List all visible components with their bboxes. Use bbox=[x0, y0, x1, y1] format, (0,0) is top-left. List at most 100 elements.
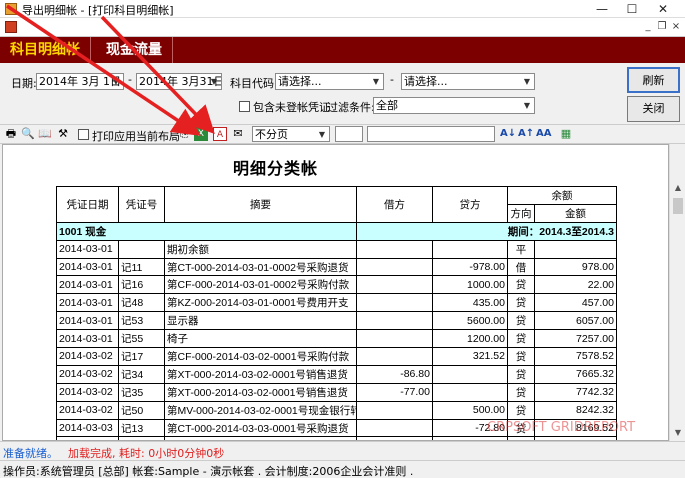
email-icon[interactable]: ✉ bbox=[231, 127, 245, 141]
scroll-down-icon[interactable]: ▼ bbox=[670, 425, 685, 441]
date-from-picker[interactable]: 2014年 3月 1日 ▼ bbox=[36, 73, 124, 90]
paging-value: 不分页 bbox=[255, 128, 288, 141]
table-row: 2014-03-01 记48 第KZ-000-2014-03-01-0001号费用开… bbox=[56, 293, 617, 313]
cell-date: 2014-03-02 bbox=[56, 382, 119, 402]
cell-summary: 显示器 bbox=[164, 311, 357, 331]
col-header-direction: 方向 bbox=[507, 203, 535, 223]
cell-debit bbox=[356, 311, 433, 331]
col-header-summary: 摘要 bbox=[164, 186, 357, 223]
account-code-to-value: 请选择... bbox=[404, 75, 448, 88]
app-icon bbox=[5, 3, 17, 15]
report-toolbar: 🖶 🔍 📖 ⚒ 打印应用当前布局 ⎘ X A ✉ 不分页 ▼ A↓ A↑ AA … bbox=[0, 124, 685, 144]
cell-date: 2014-03-02 bbox=[56, 364, 119, 384]
ledger-table: 凭证日期 凭证号 摘要 借方 贷方 余额 方向 金额 1001 现金 期间：20… bbox=[56, 186, 617, 440]
cell-date: 2014-03-01 bbox=[56, 239, 119, 259]
zoom-field[interactable] bbox=[335, 126, 363, 142]
mdi-restore-button[interactable]: ❐ bbox=[655, 20, 669, 34]
print-layout-checkbox[interactable] bbox=[78, 129, 89, 140]
cell-summary: 第CF-000-2014-03-01-0002号采购付款 bbox=[164, 275, 357, 295]
mdi-minimize-button[interactable]: _ bbox=[641, 20, 655, 34]
search-input[interactable] bbox=[367, 126, 495, 142]
account-code-dash: - bbox=[390, 73, 394, 86]
chevron-down-icon: ▼ bbox=[210, 77, 218, 86]
chevron-down-icon: ▼ bbox=[523, 77, 531, 86]
status-ready: 准备就绪。 bbox=[3, 447, 58, 460]
filter-condition-select[interactable]: 全部 ▼ bbox=[373, 97, 535, 114]
cell-credit: 5600.00 bbox=[432, 311, 508, 331]
cell-summary: 椅子 bbox=[164, 329, 357, 349]
date-to-picker[interactable]: 2014年 3月31日 ▼ bbox=[136, 73, 222, 90]
export-grid-icon[interactable]: ▦ bbox=[559, 127, 573, 141]
find-icon[interactable]: A↓ bbox=[500, 127, 516, 141]
cell-direction: 贷 bbox=[507, 382, 535, 402]
operator-info: 操作员:系统管理员 [总部] 帐套:Sample - 演示帐套 . 会计制度:2… bbox=[3, 465, 414, 478]
cell-amount: 6057.00 bbox=[534, 311, 617, 331]
print-icon[interactable]: 🖶 bbox=[4, 127, 18, 141]
scroll-thumb[interactable] bbox=[673, 198, 683, 214]
cell-voucher: 记50 bbox=[118, 400, 165, 420]
book-icon[interactable]: 📖 bbox=[38, 127, 52, 141]
title-bar: 导出明细帐 - [打印科目明细帐] — ☐ ✕ bbox=[0, 0, 685, 18]
cell-debit bbox=[356, 347, 433, 366]
col-header-voucher: 凭证号 bbox=[118, 186, 165, 223]
cell-summary: 第CT-000-2014-03-03-0001号采购退货 bbox=[164, 418, 357, 438]
vertical-scrollbar[interactable]: ▲ ▼ bbox=[669, 144, 685, 441]
print-layout-label: 打印应用当前布局 bbox=[92, 130, 180, 143]
cell-direction: 贷 bbox=[507, 311, 535, 331]
table-row: 2014-03-02 记34 第XT-000-2014-03-02-0001号销售退… bbox=[56, 364, 617, 384]
cell-direction: 贷 bbox=[507, 347, 535, 366]
cell-date: 2014-03-02 bbox=[56, 400, 119, 420]
tab-cash-flow[interactable]: 现金流量 bbox=[96, 37, 173, 63]
cell-date: 2014-03-01 bbox=[56, 329, 119, 349]
tab-ledger-detail[interactable]: 科目明细帐 bbox=[0, 37, 91, 63]
cell-date: 2014-03-02 bbox=[56, 347, 119, 366]
cell-debit bbox=[356, 257, 433, 277]
find-next-icon[interactable]: A↑ bbox=[518, 127, 534, 141]
cell-summary: 第XT-000-2014-03-02-0001号销售退货 bbox=[164, 382, 357, 402]
cell-debit bbox=[356, 418, 433, 438]
refresh-button[interactable]: 刷新 bbox=[627, 67, 680, 93]
paging-select[interactable]: 不分页 ▼ bbox=[252, 126, 330, 142]
find-all-icon[interactable]: AA bbox=[536, 127, 551, 141]
excel-export-icon[interactable]: X bbox=[194, 127, 208, 141]
include-unposted-checkbox[interactable] bbox=[239, 101, 250, 112]
account-code-to-select[interactable]: 请选择... ▼ bbox=[401, 73, 535, 90]
cell-amount: 7257.00 bbox=[534, 329, 617, 349]
settings-icon[interactable]: ⚒ bbox=[56, 127, 70, 141]
maximize-button[interactable]: ☐ bbox=[617, 0, 647, 18]
info-bar: 操作员:系统管理员 [总部] 帐套:Sample - 演示帐套 . 会计制度:2… bbox=[0, 460, 685, 478]
account-row: 1001 现金 期间：2014.3至2014.3 bbox=[56, 221, 617, 241]
mdi-close-button[interactable]: × bbox=[669, 20, 683, 34]
cell-credit: -978.00 bbox=[432, 257, 508, 277]
cell-summary: 第KZ-000-2014-03-01-0001号费用开支 bbox=[164, 293, 357, 313]
cell-summary: 第MV-000-2014-03-02-0001号现金银行转 bbox=[164, 400, 357, 420]
export-icon[interactable]: ⎘ bbox=[177, 127, 191, 141]
cell-debit bbox=[356, 400, 433, 420]
include-unposted-label: 包含未登帐凭证 bbox=[253, 101, 330, 114]
cell-summary: 第CT-000-2014-03-01-0002号采购退货 bbox=[164, 257, 357, 277]
watermark-text: CRPSOFT GRIDREPORT bbox=[487, 420, 636, 435]
print-preview-icon[interactable]: 🔍 bbox=[21, 127, 35, 141]
cell-summary: 期初余额 bbox=[164, 239, 357, 259]
chevron-down-icon: ▼ bbox=[523, 101, 531, 110]
close-button[interactable]: 关闭 bbox=[627, 96, 680, 122]
cell-date: 2014-03-03 bbox=[56, 418, 119, 438]
cell-amount: 7665.32 bbox=[534, 364, 617, 384]
scroll-up-icon[interactable]: ▲ bbox=[670, 180, 685, 196]
pdf-export-icon[interactable]: A bbox=[213, 127, 227, 141]
table-row: 2014-03-01 记11 第CT-000-2014-03-01-0002号采购退… bbox=[56, 257, 617, 277]
account-code-from-select[interactable]: 请选择... ▼ bbox=[275, 73, 384, 90]
window-title: 导出明细帐 - [打印科目明细帐] bbox=[22, 4, 174, 17]
cell-credit: 435.00 bbox=[432, 293, 508, 313]
cell-amount: 7742.32 bbox=[534, 382, 617, 402]
close-window-button[interactable]: ✕ bbox=[648, 0, 678, 18]
filter-condition-value: 全部 bbox=[376, 99, 398, 112]
cell-voucher bbox=[118, 239, 165, 259]
report-tabs-bar: 科目明细帐 现金流量 bbox=[0, 37, 685, 63]
cell-direction: 平 bbox=[507, 239, 535, 259]
cell-amount: 457.00 bbox=[534, 293, 617, 313]
cell-direction: 贷 bbox=[507, 293, 535, 313]
cell-credit: 321.52 bbox=[432, 347, 508, 366]
table-row: 2014-03-01 记55 椅子 1200.00 贷 7257.00 bbox=[56, 329, 617, 349]
minimize-button[interactable]: — bbox=[587, 0, 617, 18]
